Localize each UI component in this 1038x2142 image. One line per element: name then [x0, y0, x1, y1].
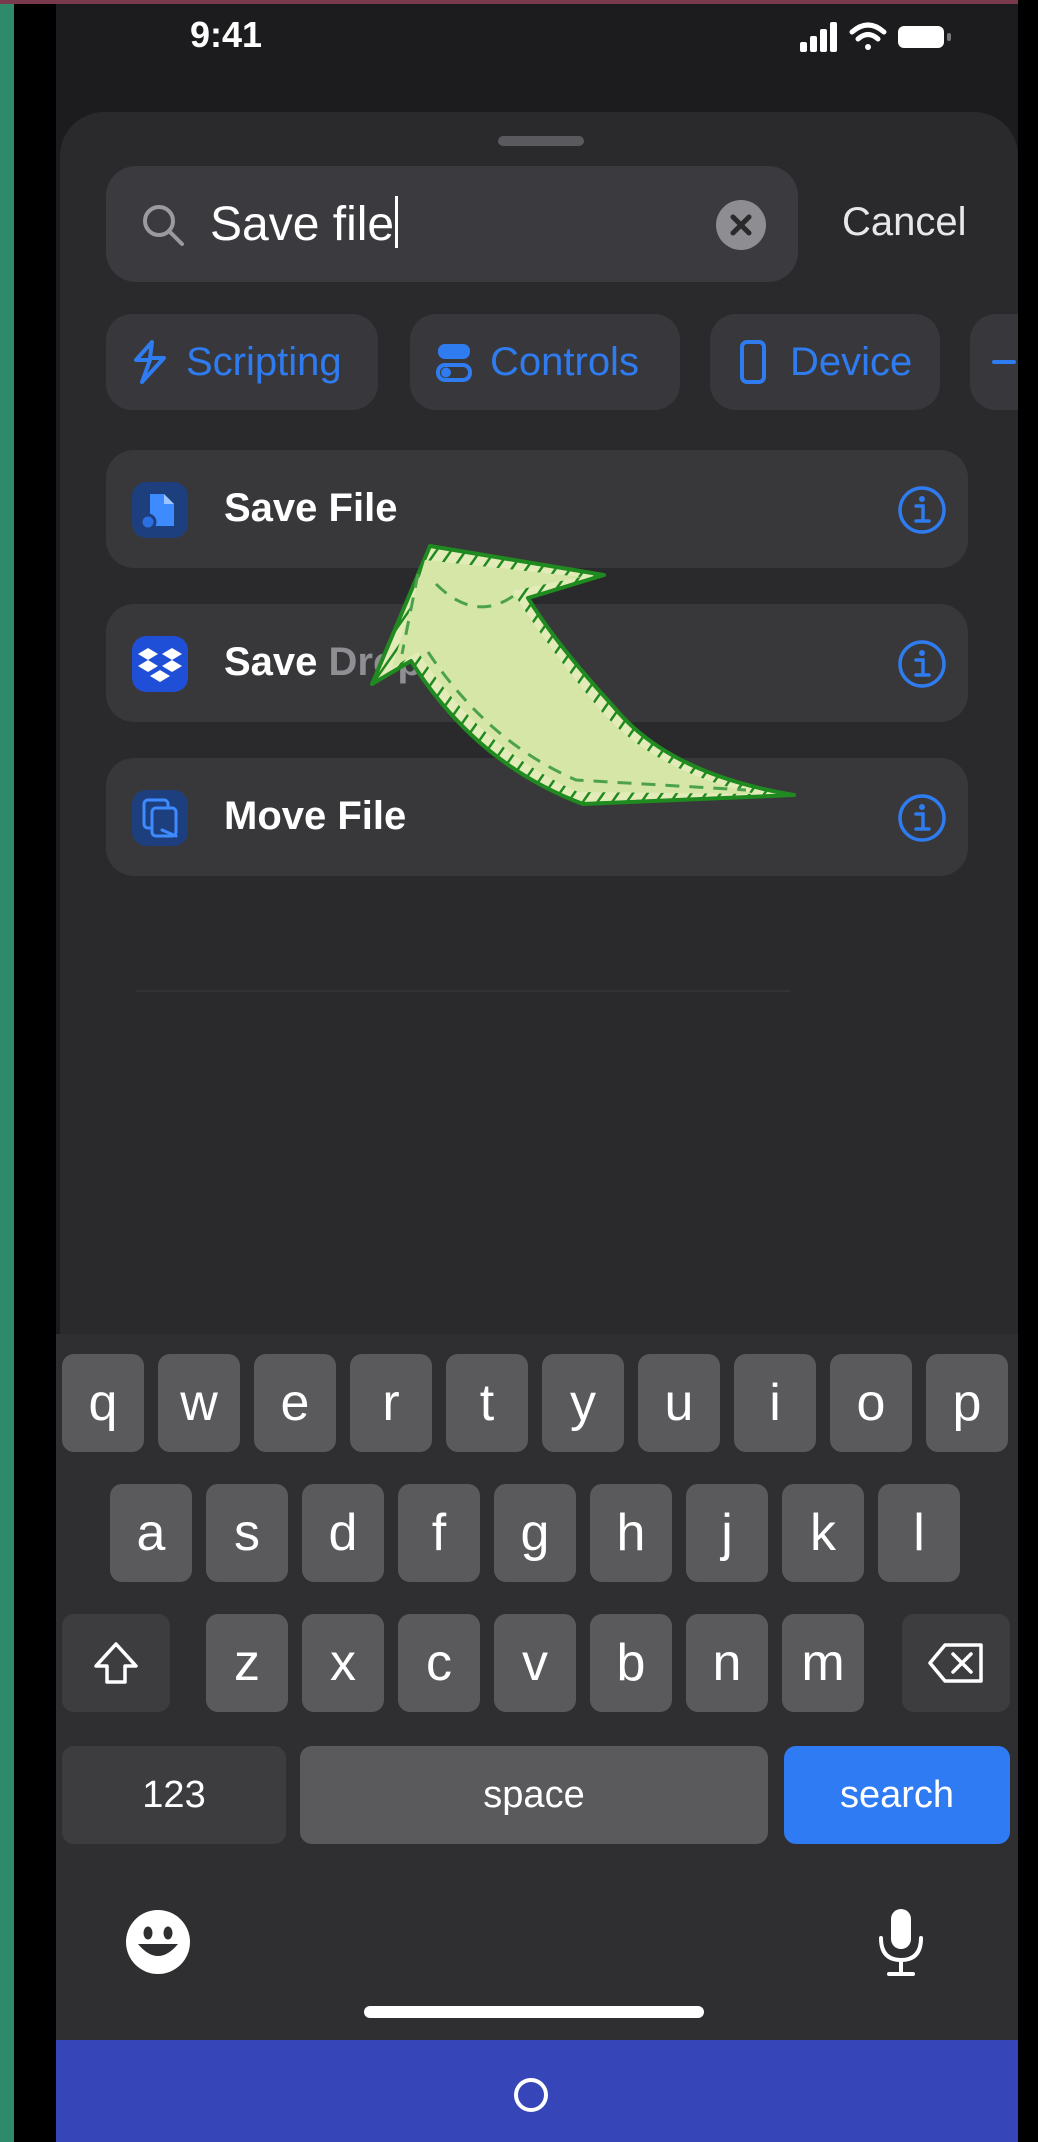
key-l[interactable]: l	[878, 1484, 960, 1582]
key-g[interactable]: g	[494, 1484, 576, 1582]
key-j[interactable]: j	[686, 1484, 768, 1582]
search-query: Save file	[210, 198, 395, 251]
bottom-navigation-bar	[56, 2040, 1018, 2142]
key-f[interactable]: f	[398, 1484, 480, 1582]
key-v[interactable]: v	[494, 1614, 576, 1712]
key-r[interactable]: r	[350, 1354, 432, 1452]
key-n[interactable]: n	[686, 1614, 768, 1712]
key-s[interactable]: s	[206, 1484, 288, 1582]
key-a[interactable]: a	[110, 1484, 192, 1582]
move-file-icon	[132, 790, 188, 846]
info-icon[interactable]	[896, 638, 948, 690]
phone-screen: 9:41 Save file Cancel Scripting Controls…	[56, 4, 1018, 2142]
key-o[interactable]: o	[830, 1354, 912, 1452]
numbers-key[interactable]: 123	[62, 1746, 286, 1844]
key-c[interactable]: c	[398, 1614, 480, 1712]
home-indicator	[364, 2006, 704, 2018]
clear-search-button[interactable]	[716, 200, 766, 250]
key-i[interactable]: i	[734, 1354, 816, 1452]
key-q[interactable]: q	[62, 1354, 144, 1452]
key-w[interactable]: w	[158, 1354, 240, 1452]
result-row[interactable]: Save Drop	[106, 604, 968, 722]
controls-icon	[436, 344, 472, 382]
text-caret	[395, 196, 399, 248]
sheet-grabber[interactable]	[498, 136, 584, 146]
left-black-border	[14, 0, 56, 2142]
dropbox-icon	[132, 636, 188, 692]
home-button-icon[interactable]	[514, 2078, 548, 2112]
chip-label: Scripting	[186, 340, 342, 384]
result-row[interactable]: Save File	[106, 450, 968, 568]
left-green-border	[0, 0, 14, 2142]
action-search-sheet: Save file Cancel Scripting Controls Devi…	[60, 112, 1018, 1342]
status-bar: 9:41	[56, 4, 1018, 74]
chip-label: Controls	[490, 340, 639, 384]
search-input[interactable]: Save file	[210, 196, 399, 252]
signal-icon	[800, 22, 837, 52]
status-time: 9:41	[190, 14, 263, 55]
key-d[interactable]: d	[302, 1484, 384, 1582]
wifi-icon	[849, 22, 887, 50]
backspace-icon	[928, 1643, 983, 1683]
keyboard: qwertyuiop asdfghjkl zxcvbnm 123 space s…	[56, 1334, 1018, 2040]
key-h[interactable]: h	[590, 1484, 672, 1582]
list-divider	[136, 990, 790, 992]
microphone-icon[interactable]	[874, 1906, 928, 1978]
space-key[interactable]: space	[300, 1746, 768, 1844]
chip-next[interactable]	[970, 314, 1018, 410]
search-field[interactable]: Save file	[106, 166, 798, 282]
result-title: Move File	[224, 794, 407, 838]
key-z[interactable]: z	[206, 1614, 288, 1712]
shift-key[interactable]	[62, 1614, 170, 1712]
result-title: Save Drop	[224, 640, 422, 684]
scripting-icon	[134, 340, 166, 384]
clear-icon	[730, 214, 752, 236]
category-chips: Scripting Controls Device	[106, 314, 1018, 410]
right-edge	[1018, 0, 1038, 2142]
key-y[interactable]: y	[542, 1354, 624, 1452]
key-e[interactable]: e	[254, 1354, 336, 1452]
status-icons	[800, 22, 951, 52]
shift-icon	[94, 1642, 138, 1684]
device-icon	[740, 340, 766, 384]
chip-scripting[interactable]: Scripting	[106, 314, 378, 410]
key-p[interactable]: p	[926, 1354, 1008, 1452]
key-u[interactable]: u	[638, 1354, 720, 1452]
result-title: Save File	[224, 486, 398, 530]
chip-controls[interactable]: Controls	[410, 314, 680, 410]
key-x[interactable]: x	[302, 1614, 384, 1712]
result-row[interactable]: Move File	[106, 758, 968, 876]
info-icon[interactable]	[896, 792, 948, 844]
key-k[interactable]: k	[782, 1484, 864, 1582]
info-icon[interactable]	[896, 484, 948, 536]
search-key[interactable]: search	[784, 1746, 1010, 1844]
search-icon	[143, 205, 184, 246]
key-t[interactable]: t	[446, 1354, 528, 1452]
chip-device[interactable]: Device	[710, 314, 940, 410]
cancel-button[interactable]: Cancel	[842, 200, 967, 245]
chip-label: Device	[790, 340, 913, 384]
battery-icon	[898, 26, 951, 48]
key-b[interactable]: b	[590, 1614, 672, 1712]
files-app-icon	[132, 482, 188, 538]
key-m[interactable]: m	[782, 1614, 864, 1712]
partial-icon	[992, 360, 1016, 364]
delete-key[interactable]	[902, 1614, 1010, 1712]
emoji-icon[interactable]	[124, 1908, 192, 1976]
